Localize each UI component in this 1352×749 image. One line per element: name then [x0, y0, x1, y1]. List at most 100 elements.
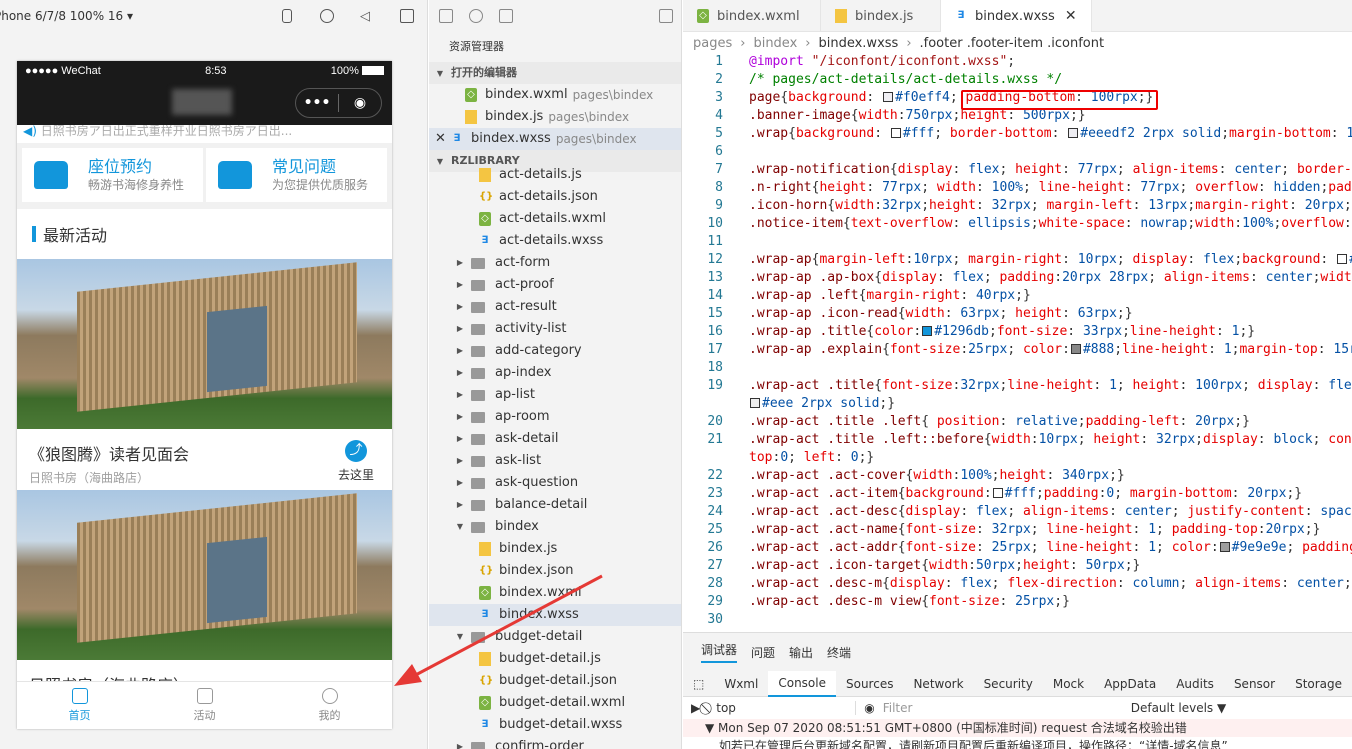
code-line[interactable]: .wrap-act .act-name{font-size: 32rpx; li… — [749, 522, 1320, 537]
collapse-icon[interactable] — [659, 9, 673, 23]
tree-item[interactable]: ▶ act-result — [429, 296, 681, 318]
tree-item[interactable]: ▼ bindex — [429, 516, 681, 538]
open-editors-section[interactable]: ▼ 打开的编辑器 — [429, 62, 681, 84]
open-editor-item[interactable]: ✕ ∃ bindex.wxss pages\bindex — [429, 128, 681, 150]
panel-tab[interactable]: 终端 — [827, 644, 851, 661]
tab-activity[interactable]: 活动 — [142, 682, 267, 729]
tree-item[interactable]: ▶ ap-room — [429, 406, 681, 428]
code-line[interactable]: .banner-image{width:750rpx;height: 500rp… — [749, 108, 1086, 123]
code-line[interactable]: .wrap-ap .ap-box{display: flex; padding:… — [749, 270, 1352, 285]
filter-input[interactable]: Filter — [883, 701, 1103, 715]
panel-tab[interactable]: 调试器 — [701, 641, 738, 663]
code-area[interactable]: 1 @import "/iconfont/iconfont.wxss"; 2 /* p… — [683, 54, 1352, 630]
breadcrumb-item[interactable]: pages — [693, 36, 732, 51]
devtools-tab[interactable]: Security — [974, 677, 1043, 691]
seat-reservation-card[interactable]: 座位预约 畅游书海修身养性 — [22, 148, 203, 202]
devtools-tab[interactable]: Console — [768, 670, 836, 697]
device-selector[interactable]: Phone 6/7/8 100% 16 ▾ — [0, 9, 133, 23]
code-line[interactable]: .wrap-act .act-desc{display: flex; align… — [749, 504, 1352, 519]
tree-item[interactable]: ∃ budget-detail.wxss — [429, 714, 681, 736]
activity-cover-image[interactable] — [17, 259, 392, 429]
code-line[interactable]: .wrap-act .act-item{background: #fff;padd… — [749, 486, 1302, 501]
tree-item[interactable]: ▶ activity-list — [429, 318, 681, 340]
tree-item[interactable]: ▶ ask-detail — [429, 428, 681, 450]
panel-tab[interactable]: 输出 — [789, 644, 813, 661]
tree-item[interactable]: ◇ budget-detail.wxml — [429, 692, 681, 714]
list-icon[interactable] — [439, 9, 453, 23]
code-line[interactable]: .notice-item{text-overflow: ellipsis;whi… — [749, 216, 1352, 231]
code-line[interactable]: .wrap-act .desc-m view{font-size: 25rpx;… — [749, 594, 1070, 609]
code-line[interactable]: .wrap-act .act-addr{font-size: 25rpx; li… — [749, 540, 1352, 555]
devtools-tab[interactable]: AppData — [1094, 677, 1166, 691]
code-line[interactable]: .wrap{background: #fff; border-bottom: #… — [749, 126, 1352, 141]
faq-card[interactable]: 常见问题 为您提供优质服务 — [206, 148, 387, 202]
code-line[interactable]: .wrap-ap .icon-read{width: 63rpx; height… — [749, 306, 1133, 321]
close-button[interactable]: ◉ — [339, 95, 381, 111]
tree-item[interactable]: ▶ ask-question — [429, 472, 681, 494]
tab-home[interactable]: 首页 — [17, 682, 142, 729]
code-line[interactable]: .icon-horn{width:32rpx;height: 32rpx; ma… — [749, 198, 1352, 213]
tree-item[interactable]: ▶ confirm-order — [429, 736, 681, 749]
phone-icon[interactable] — [282, 9, 292, 23]
search-icon[interactable] — [469, 9, 483, 23]
tree-item[interactable]: ∃ bindex.wxss — [429, 604, 681, 626]
code-line[interactable]: @import "/iconfont/iconfont.wxss"; — [749, 54, 1015, 69]
editor-tab[interactable]: bindex.js — [821, 0, 941, 32]
close-icon[interactable]: ✕ — [1065, 8, 1077, 24]
tree-item[interactable]: ▶ act-form — [429, 252, 681, 274]
code-line[interactable]: .wrap-ap{margin-left:10rpx; margin-right… — [749, 252, 1352, 267]
devtools-tab[interactable]: Wxml — [714, 677, 768, 691]
devtools-tab[interactable]: Mock — [1043, 677, 1094, 691]
tree-item[interactable]: ▶ ask-list — [429, 450, 681, 472]
tree-item[interactable]: bindex.js — [429, 538, 681, 560]
code-line[interactable]: .wrap-act .icon-target{width:50rpx;heigh… — [749, 558, 1140, 573]
log-levels-select[interactable]: Default levels ▼ — [1131, 701, 1227, 715]
volume-icon[interactable]: ◁ — [360, 9, 374, 24]
tree-item[interactable]: ∃ act-details.wxss — [429, 230, 681, 252]
inspect-icon[interactable]: ⬚ — [683, 677, 714, 691]
code-line[interactable]: .wrap-ap .explain{font-size:25rpx; color… — [749, 342, 1352, 357]
more-button[interactable]: ••• — [296, 95, 338, 111]
code-line[interactable]: .wrap-act .title{font-size:32rpx;line-he… — [749, 378, 1352, 393]
tree-item[interactable]: ▶ add-category — [429, 340, 681, 362]
code-line[interactable]: top:0; left: 0;} — [749, 450, 874, 465]
activity-cover-image[interactable] — [17, 490, 392, 660]
code-line[interactable]: #eee 2rpx solid;} — [749, 396, 895, 411]
code-line[interactable]: .wrap-act .desc-m{display: flex; flex-di… — [749, 576, 1352, 591]
tree-item[interactable]: ▼ budget-detail — [429, 626, 681, 648]
open-editor-item[interactable]: bindex.js pages\bindex — [429, 106, 681, 128]
code-line[interactable]: /* pages/act-details/act-details.wxss */ — [749, 72, 1062, 87]
branch-icon[interactable] — [499, 9, 513, 23]
code-line[interactable]: .wrap-ap .title{color: #1296db;font-size:… — [749, 324, 1255, 339]
devtools-tab[interactable]: Storage — [1285, 677, 1352, 691]
tree-item[interactable]: ◇ bindex.wxml — [429, 582, 681, 604]
devtools-tab[interactable]: Sources — [836, 677, 903, 691]
editor-tab[interactable]: ∃ bindex.wxss ✕ — [941, 0, 1092, 32]
tree-item[interactable]: budget-detail.js — [429, 648, 681, 670]
goto-button[interactable]: ⤴ 去这里 — [338, 440, 374, 483]
code-line[interactable]: .n-right{height: 77rpx; width: 100%; lin… — [749, 180, 1352, 195]
devtools-tab[interactable]: Audits — [1166, 677, 1224, 691]
context-select[interactable]: top — [716, 701, 857, 715]
editor-tab[interactable]: ◇ bindex.wxml — [683, 0, 821, 32]
open-editor-item[interactable]: ◇ bindex.wxml pages\bindex — [429, 84, 681, 106]
tree-item[interactable]: {} bindex.json — [429, 560, 681, 582]
window-icon[interactable] — [400, 9, 414, 23]
tree-item[interactable]: ▶ balance-detail — [429, 494, 681, 516]
breadcrumb-item[interactable]: .footer .footer-item .iconfont — [920, 36, 1105, 51]
code-line[interactable]: .wrap-act .act-cover{width:100%;height: … — [749, 468, 1125, 483]
tree-item[interactable]: {} act-details.json — [429, 186, 681, 208]
code-line[interactable]: .wrap-act .title .left::before{width:10r… — [749, 432, 1352, 447]
code-line[interactable]: .wrap-notification{display: flex; height… — [749, 162, 1352, 177]
tree-item[interactable]: act-details.js — [429, 164, 681, 186]
devtools-tab[interactable]: Network — [903, 677, 973, 691]
record-icon[interactable] — [320, 9, 334, 23]
tree-item[interactable]: ◇ act-details.wxml — [429, 208, 681, 230]
tree-item[interactable]: ▶ act-proof — [429, 274, 681, 296]
tree-item[interactable]: ▶ ap-list — [429, 384, 681, 406]
code-line[interactable]: .wrap-act .title .left{ position: relati… — [749, 414, 1250, 429]
close-icon[interactable]: ✕ — [435, 128, 451, 150]
breadcrumb-item[interactable]: bindex — [753, 36, 797, 51]
devtools-tab[interactable]: Sensor — [1224, 677, 1285, 691]
tree-item[interactable]: ▶ ap-index — [429, 362, 681, 384]
